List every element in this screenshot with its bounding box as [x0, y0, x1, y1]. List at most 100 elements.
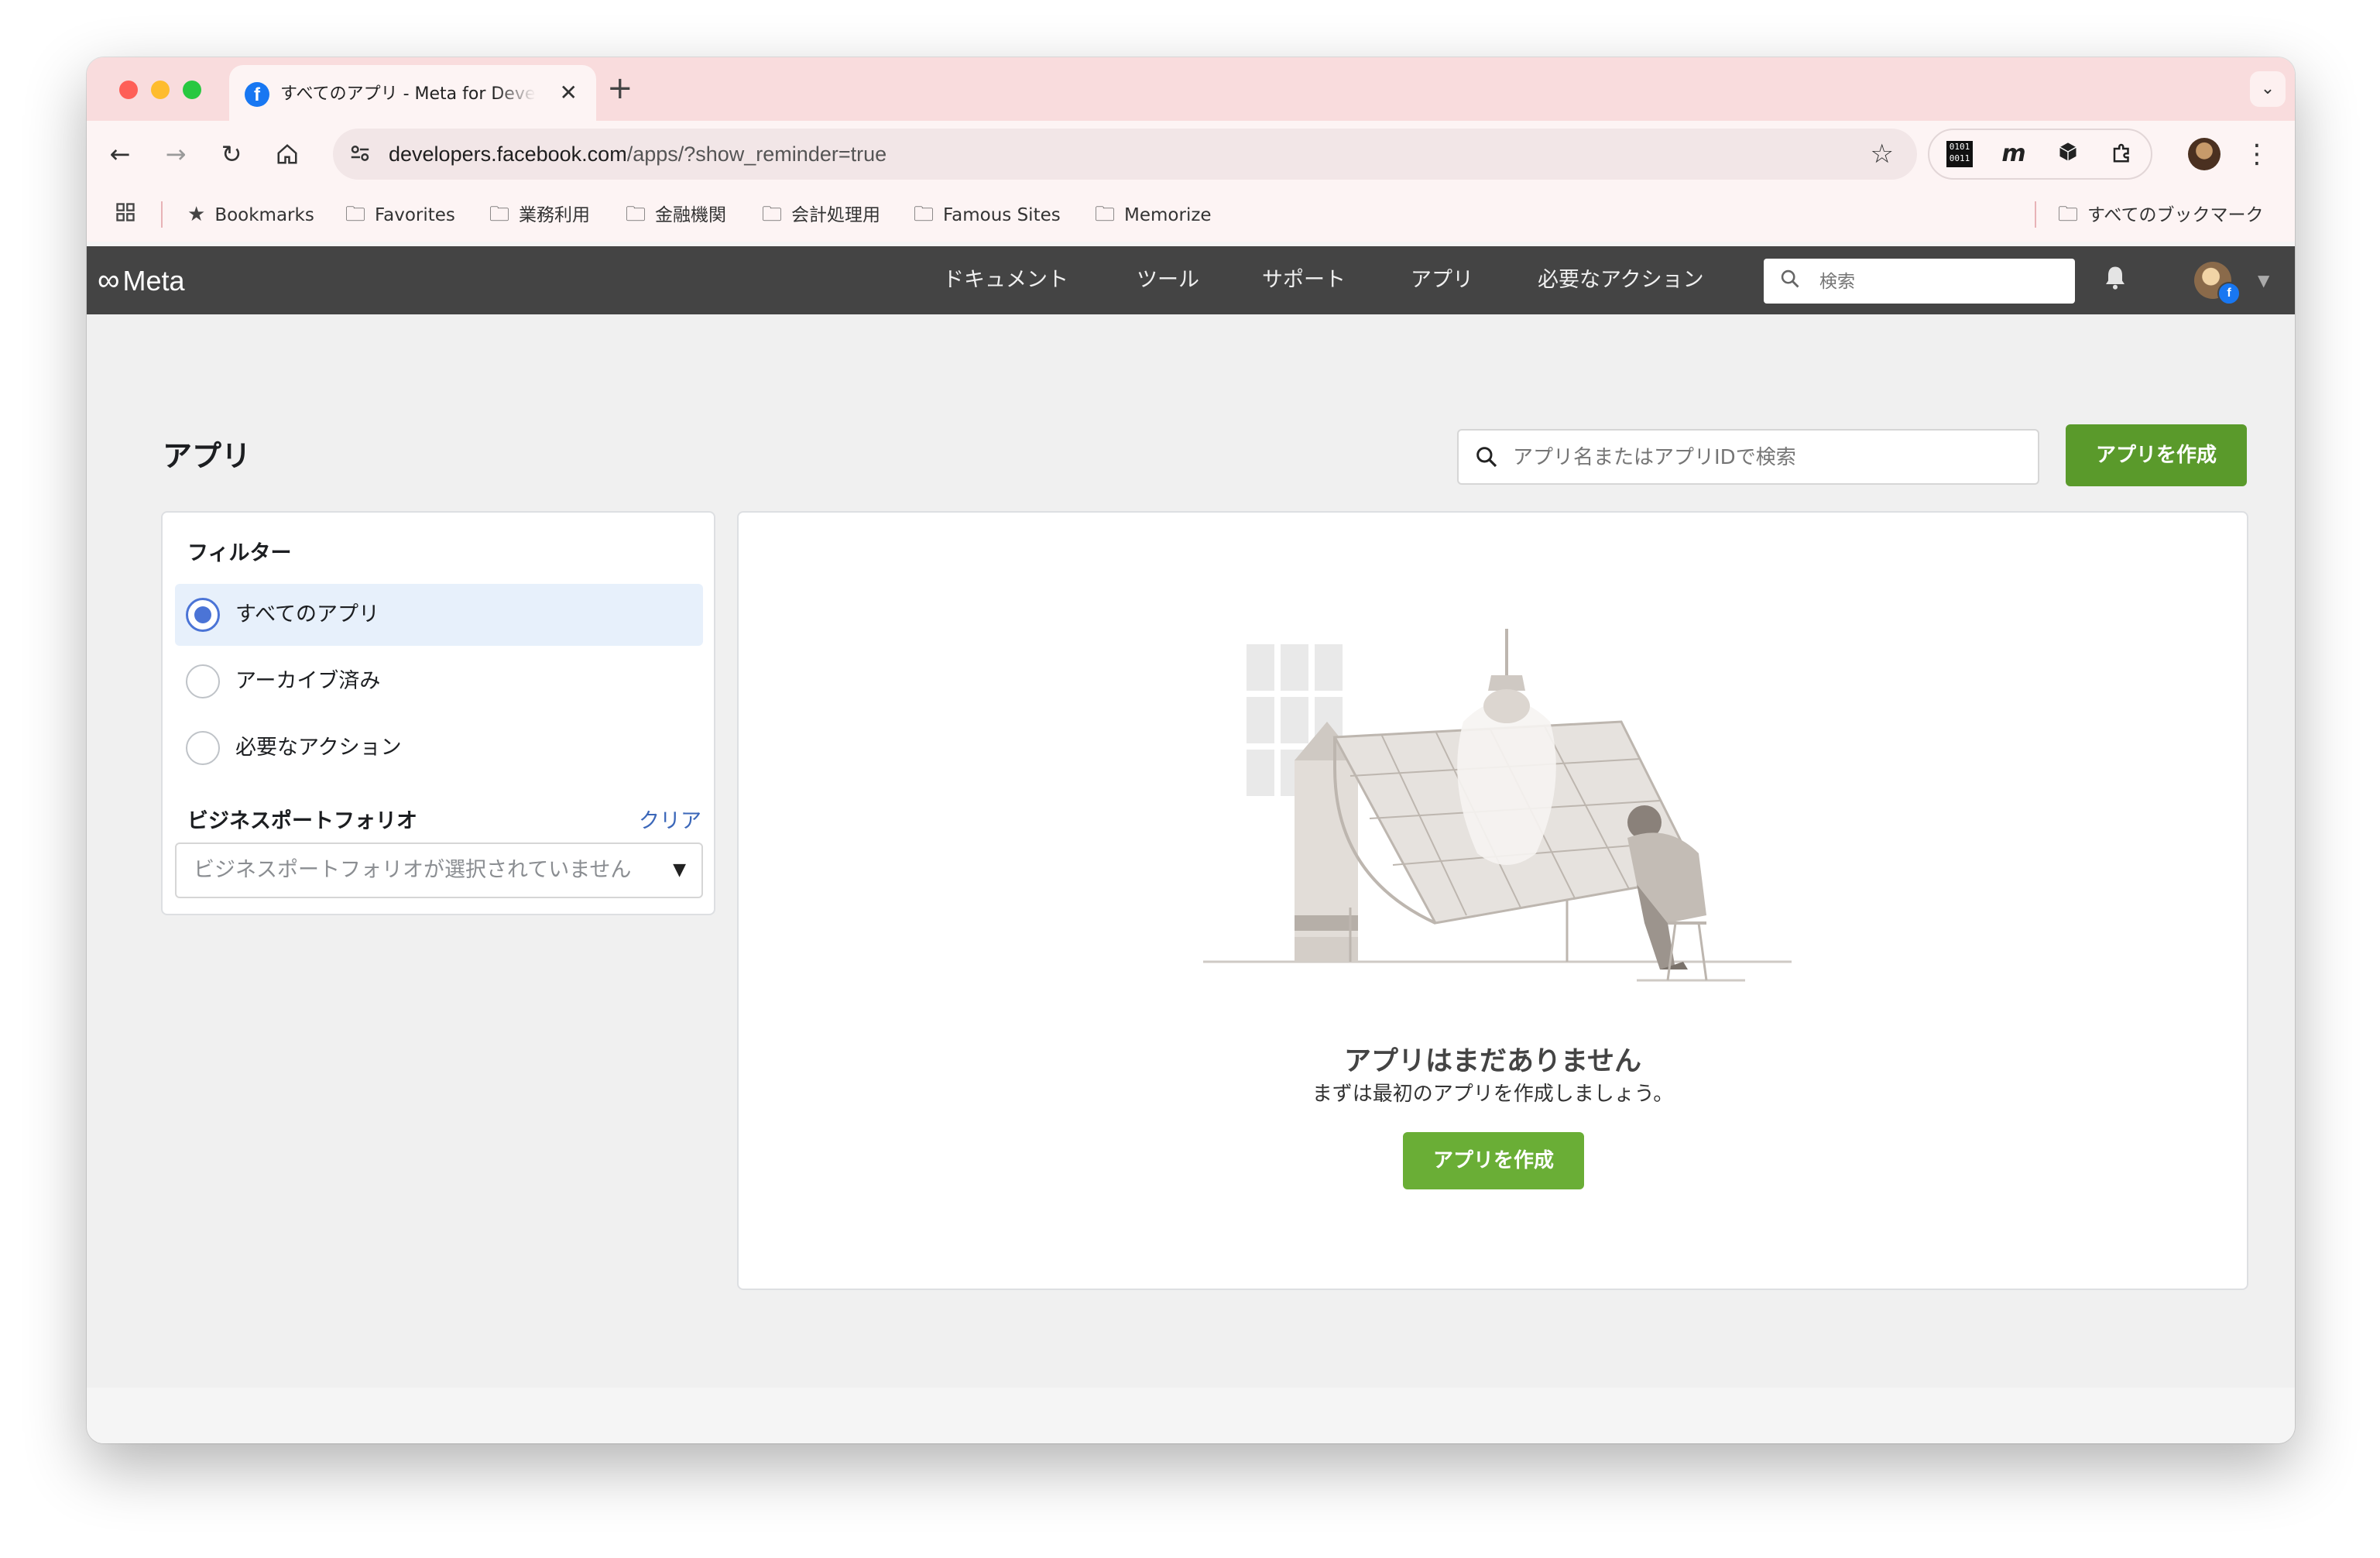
app-search	[1457, 429, 2039, 485]
browser-profile-avatar[interactable]	[2188, 138, 2221, 170]
apps-grid-icon[interactable]	[115, 201, 136, 229]
page-bottom-area	[87, 1388, 2295, 1443]
filter-title: フィルター	[187, 541, 292, 565]
empty-state-card: アプリはまだありません まずは最初のアプリを作成しましょう。 アプリを作成	[737, 511, 2248, 1290]
tab-title: すべてのアプリ - Meta for Developers	[280, 84, 536, 104]
bookmark-label: 業務利用	[519, 205, 591, 225]
nav-docs[interactable]: ドキュメント	[943, 246, 1068, 314]
filter-option-all-apps[interactable]: すべてのアプリ	[175, 584, 703, 646]
address-bar[interactable]: developers.facebook.com/apps/?show_remin…	[333, 129, 1917, 180]
empty-state-subtitle: まずは最初のアプリを作成しましょう。	[1312, 1083, 1674, 1106]
minimize-window-button[interactable]	[151, 81, 170, 99]
bookmark-label: Bookmarks	[214, 205, 314, 225]
page-title: アプリ	[163, 439, 252, 473]
nav-required-actions[interactable]: 必要なアクション	[1538, 246, 1704, 314]
forward-arrow-icon[interactable]: →	[158, 136, 194, 172]
search-icon	[1474, 444, 1499, 475]
business-portfolio-select[interactable]: ビジネスポートフォリオが選択されていません ▼	[175, 842, 703, 898]
facebook-badge-icon: f	[2217, 282, 2241, 305]
filter-option-required-actions[interactable]: 必要なアクション	[175, 717, 703, 779]
tab-search-menu-button[interactable]: ⌄	[2250, 71, 2286, 107]
folder-icon: 🗀	[2058, 203, 2079, 226]
cube-extension-icon[interactable]	[2055, 141, 2081, 167]
nav-support[interactable]: サポート	[1262, 246, 1346, 314]
folder-icon: 🗀	[489, 203, 510, 226]
site-settings-icon[interactable]	[348, 142, 372, 171]
bookmarks-separator	[161, 201, 163, 228]
empty-state-title: アプリはまだありません	[1344, 1046, 1641, 1077]
bookmark-business[interactable]: 🗀 業務利用	[489, 187, 590, 242]
home-icon[interactable]	[269, 136, 305, 172]
bookmark-label: Favorites	[375, 205, 455, 225]
meta-infinity-icon: ∞	[98, 263, 120, 297]
url-path: /apps/?show_reminder=true	[626, 142, 887, 166]
meta-header: ∞Meta ドキュメント ツール サポート アプリ 必要なアクション f ▼	[87, 246, 2295, 314]
meta-logo[interactable]: ∞ Meta	[98, 263, 185, 297]
bookmark-favorites[interactable]: 🗀 Favorites	[345, 187, 455, 242]
meta-logo-text: Meta	[122, 265, 185, 297]
create-app-button[interactable]: アプリを作成	[2066, 424, 2247, 486]
bookmark-memorize[interactable]: 🗀 Memorize	[1095, 187, 1212, 242]
browser-window: f すべてのアプリ - Meta for Developers ✕ + ⌄ ← …	[87, 57, 2295, 1443]
bookmarks-bar: ★ Bookmarks 🗀 Favorites 🗀 業務利用 🗀 金融機関 🗀 会計処理用…	[87, 187, 2295, 242]
main-content: アプリ アプリを作成 フィルター すべてのアプリ アーカイブ済み 必要なアクショ…	[87, 314, 2295, 1388]
filter-option-archived[interactable]: アーカイブ済み	[175, 650, 703, 712]
radio-selected[interactable]	[186, 598, 220, 632]
filter-option-label: 必要なアクション	[235, 736, 402, 760]
browser-toolbar: ← → ↻ developers.facebook.com/apps/?show…	[87, 121, 2295, 187]
filter-option-label: すべてのアプリ	[235, 602, 380, 626]
filter-option-label: アーカイブ済み	[235, 669, 381, 693]
filter-panel: フィルター すべてのアプリ アーカイブ済み 必要なアクション ビジネスポートフォ…	[161, 511, 715, 915]
star-icon: ★	[187, 203, 206, 226]
app-search-input[interactable]	[1511, 441, 2025, 474]
tab-close-icon[interactable]: ✕	[560, 81, 578, 105]
radio-unselected[interactable]	[186, 731, 220, 765]
bookmark-accounting[interactable]: 🗀 会計処理用	[762, 187, 880, 242]
back-arrow-icon[interactable]: ←	[102, 136, 138, 172]
account-dropdown-caret-icon[interactable]: ▼	[2258, 268, 2269, 293]
business-portfolio-value: ビジネスポートフォリオが選択されていません	[194, 858, 632, 882]
binary-extension-icon[interactable]: 0101 0011	[1946, 141, 1973, 167]
bookmark-banks[interactable]: 🗀 金融機関	[626, 187, 726, 242]
zoom-window-button[interactable]	[183, 81, 201, 99]
reload-icon[interactable]: ↻	[214, 136, 249, 172]
extensions-puzzle-icon[interactable]	[2109, 141, 2135, 167]
header-search	[1764, 259, 2075, 304]
bookmarks-separator	[2035, 201, 2036, 228]
bookmark-bookmarks[interactable]: ★ Bookmarks	[187, 187, 314, 242]
url-text: developers.facebook.com/apps/?show_remin…	[389, 129, 886, 180]
bookmark-label: 金融機関	[655, 205, 727, 225]
clear-filter-link[interactable]: クリア	[639, 804, 701, 834]
bookmark-label: Memorize	[1124, 205, 1212, 225]
folder-icon: 🗀	[762, 203, 783, 226]
close-window-button[interactable]	[119, 81, 138, 99]
bookmark-label: 会計処理用	[791, 205, 881, 225]
bookmark-label: すべてのブックマーク	[2087, 205, 2264, 225]
search-icon	[1779, 268, 1801, 296]
browser-menu-kebab-icon[interactable]: ⋮	[2244, 136, 2270, 172]
tab-strip: f すべてのアプリ - Meta for Developers ✕ + ⌄	[87, 57, 2295, 121]
folder-icon: 🗀	[626, 203, 646, 226]
nav-tools[interactable]: ツール	[1137, 246, 1199, 314]
facebook-favicon-icon: f	[245, 82, 269, 107]
dropdown-caret-icon: ▼	[673, 860, 686, 880]
url-host: developers.facebook.com	[389, 142, 627, 166]
folder-icon: 🗀	[345, 203, 366, 226]
new-tab-button[interactable]: +	[607, 73, 633, 104]
nav-apps[interactable]: アプリ	[1411, 246, 1473, 314]
folder-icon: 🗀	[1095, 203, 1116, 226]
notifications-bell-icon[interactable]	[2101, 263, 2129, 300]
radio-unselected[interactable]	[186, 664, 220, 698]
create-app-button-empty[interactable]: アプリを作成	[1403, 1132, 1584, 1189]
empty-state-illustration	[1203, 629, 1792, 982]
bookmark-star-icon[interactable]: ☆	[1871, 139, 1894, 169]
business-portfolio-label: ビジネスポートフォリオ	[187, 809, 417, 833]
extensions-group: 0101 0011 m	[1928, 129, 2152, 180]
bookmark-famous-sites[interactable]: 🗀 Famous Sites	[914, 187, 1061, 242]
bookmark-label: Famous Sites	[943, 205, 1061, 225]
m-extension-icon[interactable]: m	[2001, 141, 2027, 167]
folder-icon: 🗀	[914, 203, 935, 226]
header-search-input[interactable]	[1818, 266, 2061, 297]
browser-tab-active[interactable]: f すべてのアプリ - Meta for Developers ✕	[229, 65, 596, 121]
all-bookmarks-folder[interactable]: 🗀 すべてのブックマーク	[2058, 187, 2264, 242]
